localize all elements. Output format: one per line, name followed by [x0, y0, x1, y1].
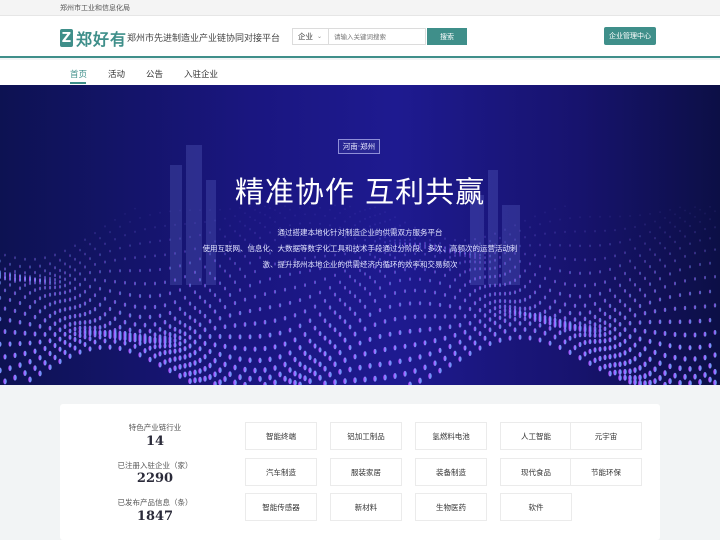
site-header: Z 郑好有 郑州市先进制造业产业链协同对接平台 企业 ⌄ 搜索 企业管理中心	[0, 16, 720, 58]
search-input[interactable]	[328, 28, 426, 45]
logo-text: 郑好有	[76, 30, 128, 49]
chevron-down-icon: ⌄	[317, 33, 323, 40]
platform-name: 郑州市先进制造业产业链协同对接平台	[127, 34, 281, 44]
stat-value: 1847	[136, 509, 174, 524]
stat-value: 2290	[136, 471, 174, 486]
stats-card: 特色产业链行业 14 已注册入驻企业（家） 2290 已发布产品信息（条） 18…	[60, 404, 660, 540]
nav-active-indicator	[70, 82, 86, 84]
stat-label: 特色产业链行业	[128, 423, 182, 432]
search-category-select[interactable]: 企业 ⌄	[292, 28, 328, 45]
enterprise-center-button[interactable]: 企业管理中心	[604, 27, 656, 45]
site-logo[interactable]: Z 郑好有	[60, 26, 127, 50]
industry-tile[interactable]: 铝加工制品	[330, 422, 402, 450]
industry-tile[interactable]: 生物医药	[415, 493, 487, 521]
banner-title: 精准协作 互利共赢	[234, 175, 486, 209]
search-button[interactable]: 搜索	[427, 28, 467, 45]
industry-tile[interactable]: 智能传感器	[245, 493, 317, 521]
stat-label: 已注册入驻企业（家）	[117, 461, 193, 470]
industry-tile[interactable]: 现代食品	[500, 458, 572, 486]
main-nav: 首页 活动 公告 入驻企业	[0, 60, 720, 85]
industry-tile[interactable]: 智能终端	[245, 422, 317, 450]
nav-item-announcements[interactable]: 公告	[146, 68, 163, 80]
search-category-value: 企业	[298, 32, 313, 41]
stat-value: 14	[145, 434, 165, 449]
region-tag: 河南·郑州	[338, 139, 380, 154]
nav-item-enterprises[interactable]: 入驻企业	[184, 68, 218, 80]
nav-item-home[interactable]: 首页	[70, 68, 87, 80]
industry-tile[interactable]: 氢燃料电池	[415, 422, 487, 450]
banner-text-line: 激、提升郑州本地企业的供需经济内循环的效率和交易频次	[262, 260, 458, 269]
industry-tile[interactable]: 人工智能	[500, 422, 572, 450]
industry-tile[interactable]: 软件	[500, 493, 572, 521]
industry-tile[interactable]: 新材料	[330, 493, 402, 521]
industry-tile[interactable]: 装备制造	[415, 458, 487, 486]
nav-item-activities[interactable]: 活动	[108, 68, 125, 80]
top-utility-bar: 郑州市工业和信息化局	[0, 0, 720, 16]
stat-label: 已发布产品信息（条）	[117, 498, 193, 507]
industry-tile[interactable]: 服装家居	[330, 458, 402, 486]
hero-banner: 河南·郑州 精准协作 互利共赢 通过搭建本地化针对制造企业的供需双方服务平台 使…	[0, 85, 720, 385]
banner-text-line: 使用互联网、信息化、大数据等数字化工具和技术手段通过分阶段、多次、高频次的运营活…	[202, 244, 518, 253]
industry-tile[interactable]: 节能环保	[570, 458, 642, 486]
banner-text-line: 通过搭建本地化针对制造企业的供需双方服务平台	[277, 228, 443, 237]
org-name: 郑州市工业和信息化局	[60, 4, 130, 12]
industry-tile[interactable]: 汽车制造	[245, 458, 317, 486]
logo-icon: Z	[60, 29, 73, 47]
industry-tile[interactable]: 元宇宙	[570, 422, 642, 450]
